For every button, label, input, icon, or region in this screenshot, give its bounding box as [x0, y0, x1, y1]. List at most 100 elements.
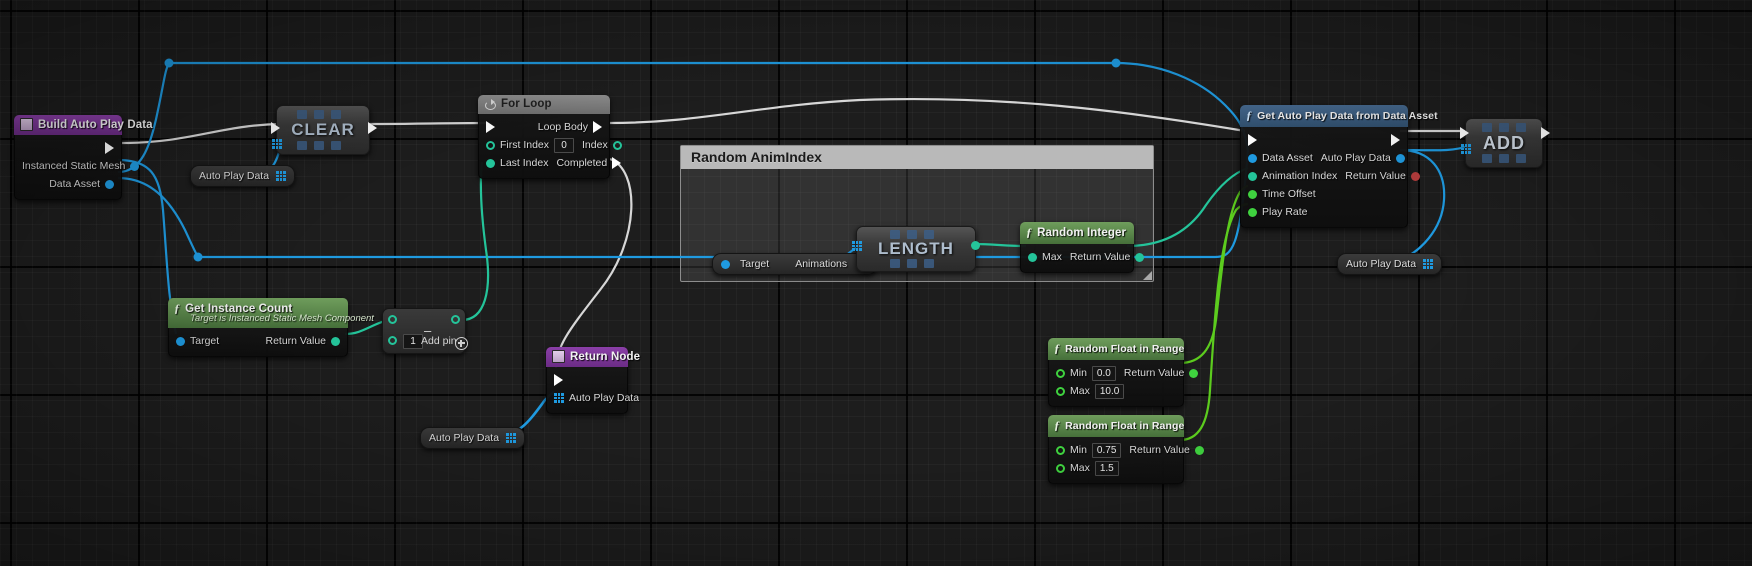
node-header[interactable]: ƒ Random Float in Range: [1048, 338, 1184, 360]
float-in-pin[interactable]: [1248, 189, 1257, 199]
pin-row-exec[interactable]: Loop Body: [479, 118, 609, 136]
pin-row-min[interactable]: Min 0.0 Return Value: [1049, 364, 1199, 382]
float-in-pin[interactable]: [1056, 368, 1065, 378]
float-in-pin[interactable]: [1056, 463, 1065, 473]
exec-in-pin[interactable]: [554, 374, 563, 386]
node-length[interactable]: LENGTH: [852, 226, 980, 272]
int-out-pin[interactable]: [451, 315, 460, 324]
int-out-pin[interactable]: [971, 241, 980, 250]
pin-row-data-asset[interactable]: Data Asset: [15, 175, 121, 193]
pin-row-max[interactable]: Max Return Value: [1021, 248, 1145, 266]
max-value[interactable]: 10.0: [1094, 383, 1125, 399]
pin-row-exec-out[interactable]: [15, 139, 121, 157]
array-out-pin[interactable]: [276, 171, 287, 181]
exec-out-completed-pin[interactable]: [612, 157, 622, 169]
node-for-loop[interactable]: For Loop Loop Body First Index 0 Index L…: [478, 95, 622, 179]
exec-out-pin[interactable]: [1541, 127, 1550, 139]
int-in-pin-b[interactable]: [388, 336, 397, 345]
node-header[interactable]: ƒ Get Instance Count Target is Instanced…: [168, 298, 374, 328]
node-build-auto-play-data[interactable]: Build Auto Play Data Instanced Static Me…: [14, 115, 153, 200]
node-get-instance-count[interactable]: ƒ Get Instance Count Target is Instanced…: [168, 298, 374, 357]
struct-out-pin[interactable]: [1395, 153, 1405, 163]
node-subtract[interactable]: 1 – Add pin: [382, 308, 468, 354]
node-header[interactable]: For Loop: [478, 95, 610, 114]
exec-in-pin[interactable]: [1248, 134, 1257, 146]
blueprint-graph-canvas[interactable]: Random AnimIndex Build Auto Play Data In…: [0, 0, 1752, 566]
float-in-pin[interactable]: [1248, 207, 1257, 217]
pin-row-auto-play-data[interactable]: Auto Play Data: [547, 389, 639, 407]
object-in-pin[interactable]: [176, 336, 185, 346]
node-random-float-in-range-1[interactable]: ƒ Random Float in Range Min 0.0 Return V…: [1048, 338, 1199, 407]
node-return[interactable]: Return Node Auto Play Data: [546, 347, 640, 414]
array-in-pin[interactable]: [1461, 144, 1471, 154]
variable-node-auto-play-data-1[interactable]: Auto Play Data: [190, 165, 296, 187]
int-in-pin[interactable]: [1248, 171, 1257, 181]
first-index-value[interactable]: 0: [554, 137, 575, 153]
subtract-operand-value[interactable]: 1: [403, 334, 423, 349]
pin-row-first-index[interactable]: First Index 0 Index: [479, 136, 622, 154]
node-body: Min 0.75 Return Value Max 1.5: [1048, 437, 1204, 484]
exec-in-pin[interactable]: [486, 121, 495, 133]
array-out-pin[interactable]: [506, 433, 517, 443]
min-value[interactable]: 0.75: [1091, 442, 1122, 458]
object-in-pin[interactable]: [1248, 153, 1257, 163]
max-value[interactable]: 1.5: [1094, 460, 1119, 476]
exec-in-pin[interactable]: [271, 122, 280, 134]
pin-row-animation-index[interactable]: Animation Index Return Value: [1241, 167, 1420, 185]
pin-row-exec[interactable]: [1241, 131, 1407, 149]
pin-row-play-rate[interactable]: Play Rate: [1241, 203, 1407, 221]
pin-row-time-offset[interactable]: Time Offset: [1241, 185, 1407, 203]
exec-out-pin[interactable]: [368, 122, 377, 134]
add-pin-icon[interactable]: [455, 337, 468, 350]
array-in-pin[interactable]: [554, 393, 564, 403]
object-out-pin[interactable]: [130, 161, 140, 171]
min-value[interactable]: 0.0: [1091, 365, 1116, 381]
pin-row-instanced-static-mesh[interactable]: Instanced Static Mesh: [15, 157, 140, 175]
array-in-pin[interactable]: [272, 139, 282, 149]
exec-out-pin[interactable]: [1391, 134, 1400, 146]
bool-out-pin[interactable]: [1410, 171, 1420, 181]
array-out-pin[interactable]: [1423, 259, 1434, 269]
pin-row-max[interactable]: Max 1.5: [1049, 459, 1183, 477]
pin-row-target[interactable]: Target Return Value: [169, 332, 347, 350]
node-random-float-in-range-2[interactable]: ƒ Random Float in Range Min 0.75 Return …: [1048, 415, 1204, 484]
node-header[interactable]: ƒ Random Integer: [1020, 222, 1134, 244]
exec-in-pin[interactable]: [1460, 127, 1469, 139]
int-out-pin[interactable]: [612, 140, 622, 150]
pin-row-last-index[interactable]: Last Index Completed: [479, 154, 622, 172]
node-header[interactable]: ƒ Get Auto Play Data from Data Asset: [1240, 105, 1438, 127]
float-in-pin[interactable]: [1056, 445, 1065, 455]
int-out-pin[interactable]: [331, 336, 340, 346]
add-pin-label[interactable]: Add pin: [421, 335, 457, 347]
pin-row-min[interactable]: Min 0.75 Return Value: [1049, 441, 1204, 459]
int-out-pin[interactable]: [1135, 252, 1145, 262]
pin-row-max[interactable]: Max 10.0: [1049, 382, 1183, 400]
float-out-pin[interactable]: [1189, 368, 1199, 378]
node-get-auto-play-data-from-data-asset[interactable]: ƒ Get Auto Play Data from Data Asset Dat…: [1240, 105, 1438, 228]
exec-out-loop-body-pin[interactable]: [593, 121, 602, 133]
node-header[interactable]: ƒ Random Float in Range: [1048, 415, 1184, 437]
float-in-pin[interactable]: [1056, 386, 1065, 396]
node-add[interactable]: ADD: [1460, 118, 1550, 168]
variable-node-auto-play-data-2[interactable]: Auto Play Data: [420, 427, 526, 449]
variable-label: Auto Play Data: [199, 170, 270, 182]
object-in-pin[interactable]: [721, 259, 730, 269]
variable-node-animations[interactable]: Target Animations: [712, 253, 878, 275]
array-in-pin[interactable]: [852, 241, 862, 251]
node-random-integer[interactable]: ƒ Random Integer Max Return Value: [1020, 222, 1145, 273]
int-in-pin[interactable]: [1028, 252, 1037, 262]
node-header[interactable]: Build Auto Play Data: [14, 115, 153, 135]
node-clear[interactable]: CLEAR: [271, 105, 377, 155]
int-in-pin-a[interactable]: [388, 315, 397, 324]
int-in-pin[interactable]: [486, 140, 495, 150]
node-header[interactable]: Return Node: [546, 347, 640, 367]
pin-row-exec[interactable]: [547, 371, 627, 389]
pin-row-data-asset[interactable]: Data Asset Auto Play Data: [1241, 149, 1407, 167]
exec-out-pin[interactable]: [105, 142, 114, 154]
pin-label-max: Max: [1042, 251, 1062, 263]
comment-resize-handle[interactable]: [1143, 271, 1152, 280]
variable-node-auto-play-data-3[interactable]: Auto Play Data: [1337, 253, 1443, 275]
object-out-pin[interactable]: [105, 179, 114, 189]
int-in-pin[interactable]: [486, 158, 495, 168]
float-out-pin[interactable]: [1194, 445, 1204, 455]
